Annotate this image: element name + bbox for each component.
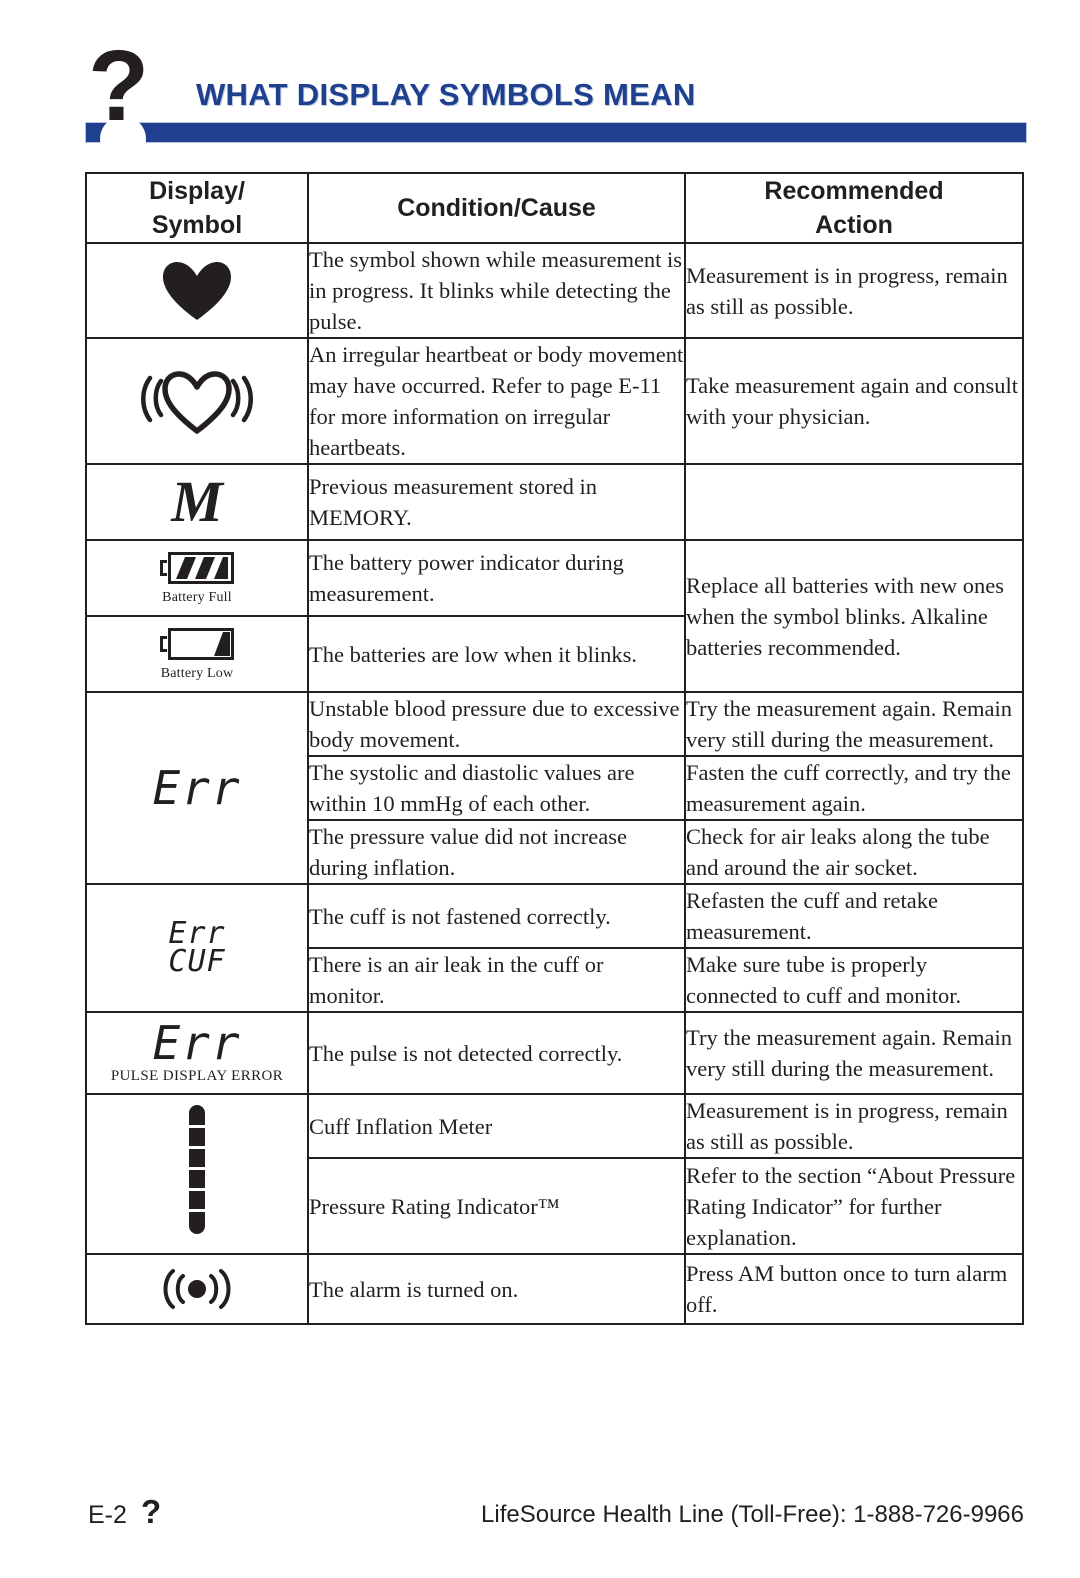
column-header-recommended-line1: Recommended — [764, 177, 944, 205]
action-cell: Try the measurement again. Remain very s… — [684, 1011, 1024, 1095]
err-cuf-lcd-icon: Err CUF — [87, 912, 307, 984]
symbol-cell-battery-full: Battery Full — [85, 539, 309, 617]
symbol-cell-cuff-inflation-meter — [85, 1093, 309, 1255]
page-title: WHAT DISPLAY SYMBOLS MEAN — [196, 77, 696, 112]
table-body: The symbol shown while measurement is in… — [85, 242, 1024, 1325]
symbol-cell-irregular-heartbeat — [85, 337, 309, 465]
err-cuf-lcd-label-line2: CUF — [168, 944, 226, 979]
err-pulse-lcd-label: Err — [152, 1016, 242, 1070]
action-cell: Refer to the section “About Pressure Rat… — [684, 1157, 1024, 1255]
err-pulse-caption: PULSE DISPLAY ERROR — [110, 1068, 284, 1084]
action-cell: Make sure tube is properly connected to … — [684, 947, 1024, 1013]
condition-cell: The pulse is not detected correctly. — [307, 1011, 686, 1095]
header-accent-bar — [85, 122, 1027, 143]
alarm-on-icon — [87, 1255, 307, 1323]
irregular-heartbeat-icon — [87, 357, 307, 445]
symbol-cell-filled-heart — [85, 242, 309, 339]
action-cell: Check for air leaks along the tube and a… — [684, 819, 1024, 885]
table-row: M Previous measurement stored in MEMORY. — [85, 463, 1024, 541]
table-row: Battery Full The battery power indicator… — [85, 539, 1024, 693]
page-header: ? WHAT DISPLAY SYMBOLS MEAN — [0, 0, 1080, 162]
column-header-condition-cause: Condition/Cause — [307, 172, 686, 244]
condition-cell: Previous measurement stored in MEMORY. — [307, 463, 686, 541]
table-row: Cuff Inflation Meter Measurement is in p… — [85, 1092, 1024, 1255]
action-cell: Take measurement again and consult with … — [684, 337, 1024, 465]
memory-m-label: M — [171, 469, 223, 534]
symbol-cell-battery-low: Battery Low — [85, 615, 309, 693]
action-cell: Press AM button once to turn alarm off. — [684, 1253, 1024, 1325]
memory-m-icon: M — [87, 465, 307, 539]
table-row: Err Unstable blood pressure due to exces… — [85, 691, 1024, 885]
question-mark-icon: ? — [141, 1493, 162, 1530]
column-header-display-symbol-line2: Symbol — [151, 211, 243, 239]
table-row: An irregular heartbeat or body movement … — [85, 337, 1024, 465]
err-pulse-lcd-icon: Err PULSE DISPLAY ERROR — [87, 1013, 307, 1093]
footer-contact-info: LifeSource Health Line (Toll-Free): 1-88… — [481, 1501, 1024, 1528]
table-header-row: Display/ Symbol Condition/Cause Recommen… — [85, 172, 1024, 244]
table-row: Err PULSE DISPLAY ERROR The pulse is not… — [85, 1011, 1024, 1095]
table-row: The symbol shown while measurement is in… — [85, 242, 1024, 339]
question-mark-icon: ? — [88, 30, 150, 142]
action-cell: Measurement is in progress, remain as st… — [684, 242, 1024, 339]
condition-cell: The cuff is not fastened correctly. — [307, 883, 686, 949]
page-footer: E-2 ? LifeSource Health Line (Toll-Free)… — [0, 1493, 1080, 1578]
condition-cell: Cuff Inflation Meter — [307, 1092, 686, 1160]
condition-cell: The symbol shown while measurement is in… — [307, 242, 686, 339]
battery-low-icon: Battery Low — [87, 617, 307, 691]
condition-cell: There is an air leak in the cuff or moni… — [307, 947, 686, 1013]
battery-full-caption: Battery Full — [162, 590, 232, 605]
filled-heart-icon — [87, 252, 307, 330]
condition-cell: The systolic and diastolic values are wi… — [307, 755, 686, 821]
battery-full-icon: Battery Full — [87, 541, 307, 615]
symbol-cell-err-cuf: Err CUF — [85, 883, 309, 1013]
action-cell: Fasten the cuff correctly, and try the m… — [684, 755, 1024, 821]
symbol-cell-alarm — [85, 1253, 309, 1325]
symbol-cell-memory: M — [85, 463, 309, 541]
condition-cell: The battery power indicator during measu… — [307, 539, 686, 617]
column-header-recommended-line2: Action — [815, 211, 893, 239]
table-row: Err CUF The cuff is not fastened correct… — [85, 883, 1024, 1013]
column-header-display-symbol: Display/ Symbol — [85, 172, 309, 244]
action-cell: Replace all batteries with new ones when… — [684, 539, 1024, 693]
display-symbols-table: Display/ Symbol Condition/Cause Recommen… — [85, 172, 1024, 1325]
action-cell: Refasten the cuff and retake measurement… — [684, 883, 1024, 949]
condition-cell: An irregular heartbeat or body movement … — [307, 337, 686, 465]
cuff-inflation-meter-icon — [87, 1095, 307, 1253]
condition-cell: Pressure Rating Indicator™ — [307, 1157, 686, 1255]
action-cell: Try the measurement again. Remain very s… — [684, 691, 1024, 757]
symbol-cell-err-pulse: Err PULSE DISPLAY ERROR — [85, 1011, 309, 1095]
page-number: E-2 — [88, 1501, 127, 1529]
err-lcd-label: Err — [152, 761, 242, 815]
condition-cell: The batteries are low when it blinks. — [307, 615, 686, 693]
condition-cell: Unstable blood pressure due to excessive… — [307, 691, 686, 757]
battery-low-caption: Battery Low — [160, 666, 234, 681]
condition-cell: The alarm is turned on. — [307, 1253, 686, 1325]
column-header-display-symbol-line1: Display/ — [149, 177, 245, 205]
action-cell: Measurement is in progress, remain as st… — [684, 1092, 1024, 1160]
column-header-recommended-action: Recommended Action — [684, 172, 1024, 244]
condition-cell: The pressure value did not increase duri… — [307, 819, 686, 885]
table-row: The alarm is turned on. Press AM button … — [85, 1253, 1024, 1325]
action-cell — [684, 463, 1024, 541]
table-header: Display/ Symbol Condition/Cause Recommen… — [85, 172, 1024, 244]
symbol-cell-err: Err — [85, 691, 309, 885]
err-lcd-icon: Err — [87, 758, 307, 818]
